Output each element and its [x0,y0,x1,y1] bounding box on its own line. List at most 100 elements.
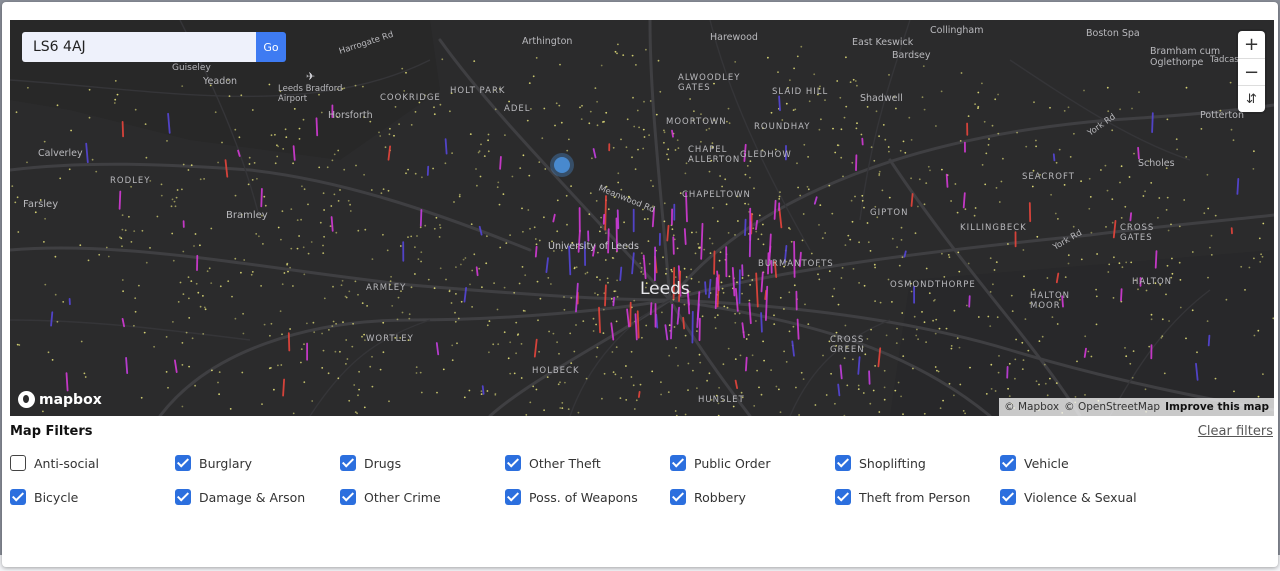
filter-checkbox[interactable] [1000,455,1016,471]
airport-icon: ✈ [306,70,315,83]
map-label-chapeltown: CHAPELTOWN [682,190,751,200]
filter-other-theft[interactable]: Other Theft [505,454,601,472]
filter-checkbox[interactable] [10,455,26,471]
filter-other-crime[interactable]: Other Crime [340,488,441,506]
map-label-hunslet: HUNSLET [698,395,745,405]
compass-button[interactable]: ⇵ [1238,85,1265,112]
map-label-slaid-hill: SLAID HILL [772,87,828,97]
filter-label: Robbery [694,489,746,505]
map-label-killingbeck: KILLINGBECK [960,223,1027,233]
filter-poss-of-weapons[interactable]: Poss. of Weapons [505,488,638,506]
filter-checkbox[interactable] [505,455,521,471]
filter-checkbox[interactable] [670,489,686,505]
map-label-gipton: GIPTON [870,208,908,218]
map-label-armley: ARMLEY [366,283,406,293]
postcode-input[interactable] [22,32,256,62]
map-label-harewood: Harewood [710,32,758,43]
map-label-cross-gates: CROSS GATES [1120,223,1154,243]
filter-checkbox[interactable] [835,455,851,471]
postcode-search: Go [22,32,286,62]
filter-label: Shoplifting [859,455,926,471]
filter-label: Other Crime [364,489,441,505]
map-label-leeds: Leeds [640,279,690,299]
mapbox-logo[interactable]: mapbox [18,391,102,408]
filter-label: Poss. of Weapons [529,489,638,505]
mapbox-logo-icon [18,391,35,408]
filter-label: Vehicle [1024,455,1069,471]
map-label-holbeck: HOLBECK [532,366,580,376]
map-label-burmantofts: BURMANTOFTS [758,259,834,269]
map-label-gledhow: GLEDHOW [740,150,792,160]
go-button[interactable]: Go [256,32,286,62]
map-label-roundhay: ROUNDHAY [754,122,810,132]
filter-checkbox[interactable] [340,489,356,505]
map-label-osmondthorpe: OSMONDTHORPE [890,280,976,290]
map-label-cookridge: COOKRIDGE [380,93,441,103]
filter-label: Anti-social [34,455,99,471]
clear-filters-link[interactable]: Clear filters [1198,424,1273,439]
filter-label: Bicycle [34,489,79,505]
filter-checkbox[interactable] [175,455,191,471]
filter-violence-sexual[interactable]: Violence & Sexual [1000,488,1137,506]
filter-public-order[interactable]: Public Order [670,454,771,472]
map-label-university: University of Leeds [548,241,639,252]
filter-label: Drugs [364,455,402,471]
filter-checkbox[interactable] [505,489,521,505]
map-filters-title: Map Filters [10,424,93,439]
map-label-moortown: MOORTOWN [666,117,727,127]
map-label-farsley: Farsley [23,199,58,210]
map-label-adel: ADEL [504,104,530,114]
map-label-boston-spa: Boston Spa [1086,28,1140,39]
map-modal: Arthington Harewood East Keswick Colling… [2,2,1278,567]
map-label-bardsey: Bardsey [892,50,931,61]
filter-label: Violence & Sexual [1024,489,1137,505]
improve-map-link[interactable]: Improve this map [1165,398,1269,416]
filter-label: Public Order [694,455,771,471]
filter-label: Other Theft [529,455,601,471]
map-label-chapel-allerton: CHAPEL ALLERTON [688,145,740,165]
map-label-holt-park: HOLT PARK [450,86,505,96]
map-label-shadwell: Shadwell [860,93,903,104]
map-base-layer: Arthington Harewood East Keswick Colling… [10,20,1274,416]
mapbox-attribution-link[interactable]: © Mapbox [1004,398,1059,416]
filter-robbery[interactable]: Robbery [670,488,746,506]
filter-checkbox[interactable] [175,489,191,505]
filter-damage-arson[interactable]: Damage & Arson [175,488,305,506]
map-label-cross-green: CROSS GREEN [830,335,865,355]
map-label-halton: HALTON [1132,277,1172,287]
filter-burglary[interactable]: Burglary [175,454,252,472]
map-label-guiseley: Guiseley [172,63,211,73]
map-label-yeadon: Yeadon [202,76,237,87]
map-navigation-control: + − ⇵ [1238,31,1265,112]
zoom-out-button[interactable]: − [1238,58,1265,85]
map-label-york-rd-2: York Rd [1051,228,1084,253]
map-label-calverley: Calverley [38,148,83,159]
location-marker-icon[interactable] [550,153,574,177]
map-attribution: © Mapbox © OpenStreetMap Improve this ma… [999,398,1274,416]
filter-checkbox[interactable] [835,489,851,505]
map-label-alwoodley: ALWOODLEY GATES [678,73,740,93]
mapbox-logo-text: mapbox [39,391,102,408]
filter-anti-social[interactable]: Anti-social [10,454,99,472]
filter-checkbox[interactable] [10,489,26,505]
map-label-scholes: Scholes [1138,158,1175,169]
filter-vehicle[interactable]: Vehicle [1000,454,1069,472]
filter-checkbox[interactable] [670,455,686,471]
filter-label: Burglary [199,455,253,471]
filter-drugs[interactable]: Drugs [340,454,401,472]
osm-attribution-link[interactable]: © OpenStreetMap [1064,398,1160,416]
filter-bicycle[interactable]: Bicycle [10,488,78,506]
filter-checkbox[interactable] [1000,489,1016,505]
map-label-arthington: Arthington [522,36,572,47]
map-label-rodley: RODLEY [110,176,150,186]
zoom-in-button[interactable]: + [1238,31,1265,58]
filter-checkbox[interactable] [340,455,356,471]
map-label-wortley: WORTLEY [366,334,414,344]
crime-map[interactable]: Arthington Harewood East Keswick Colling… [10,20,1274,416]
map-label-east-keswick: East Keswick [852,37,914,48]
map-label-seacroft: SEACROFT [1022,172,1075,182]
map-label-horsforth: Horsforth [328,110,373,121]
filter-theft-from-person[interactable]: Theft from Person [835,488,970,506]
map-label-bramley: Bramley [226,210,268,221]
filter-shoplifting[interactable]: Shoplifting [835,454,926,472]
